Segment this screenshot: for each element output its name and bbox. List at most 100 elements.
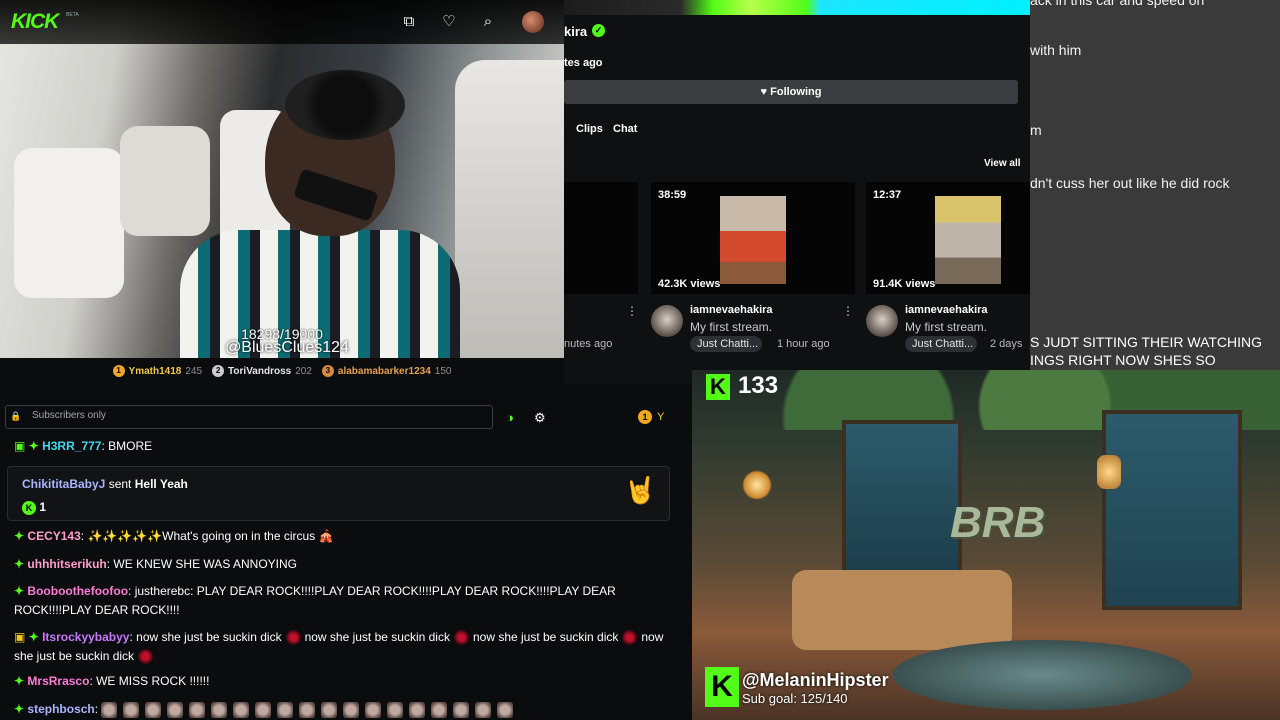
channel-avatar[interactable] [866, 305, 898, 337]
chat-line: ack in this car and speed on [1030, 0, 1205, 8]
chat-text: WE MISS ROCK !!!!!! [96, 674, 210, 688]
channel-panel: kira ✓ tes ago ♥ Following Clips Chat Vi… [564, 0, 1030, 390]
gifter-count: 245 [185, 365, 203, 377]
video-player[interactable]: 18298/19000 @BluesClues124 [0, 0, 564, 358]
lips-emote-icon [138, 649, 154, 665]
kick-logo-icon: K [705, 667, 739, 707]
gift-sender[interactable]: ChikititaBabyJ [22, 477, 105, 491]
gifter-count: 150 [434, 365, 452, 377]
chat-message: ✦ uhhhitserikuh: WE KNEW SHE WAS ANNOYIN… [14, 557, 297, 571]
gifter-item: 3 alabamabarker1234 150 [321, 365, 452, 377]
lamp [742, 470, 772, 500]
chat-text: now she just be suckin dick [136, 630, 282, 644]
channel-name[interactable]: kira [564, 24, 587, 39]
face-emote-icon [145, 701, 162, 718]
video-card[interactable]: 12:37 91.4K views [866, 182, 1030, 294]
more-icon[interactable]: ⋮ [842, 304, 854, 318]
sub-badge-icon: ▣ [14, 439, 26, 453]
category-tag[interactable]: Just Chatti... [905, 336, 977, 352]
window [1102, 410, 1242, 610]
kicks-icon: K [22, 501, 36, 515]
top-navbar: KICK BETA ⧉ ♡ ⌕ [0, 0, 564, 44]
video-time: 1 hour ago [777, 338, 830, 350]
search-icon[interactable]: ⌕ [478, 12, 498, 32]
video-thumbnail [720, 196, 786, 284]
live-since: tes ago [564, 57, 603, 69]
face-emote-icon [255, 701, 272, 718]
chat-panel: Subscribers only 🔒 ◑ ⚙ 1 Y ▣ ✦ H3RR_777:… [0, 384, 692, 720]
gifter-name[interactable]: Ymath1418 [129, 366, 182, 377]
video-card[interactable] [564, 182, 638, 294]
category-tag[interactable]: Just Chatti... [690, 336, 762, 352]
chat-text: now she just be suckin dick [472, 630, 619, 644]
tab-clips[interactable]: Clips [576, 123, 603, 135]
lips-emote-icon [622, 630, 638, 646]
chat-text: BMORE [108, 439, 153, 453]
tab-chat[interactable]: Chat [613, 123, 637, 135]
chat-username[interactable]: uhhhitserikuh [27, 557, 106, 571]
video-time: nutes ago [564, 338, 613, 350]
gifter-name[interactable]: ToriVandross [228, 366, 291, 377]
streamer-hair [285, 70, 405, 140]
face-emote-icon [101, 701, 118, 718]
rug [892, 640, 1192, 710]
chat-message: ✦ CECY143: ✨✨✨✨✨What's going on in the c… [14, 529, 334, 543]
face-emote-icon [321, 701, 338, 718]
kick-logo-icon: K [706, 374, 730, 400]
chat-username[interactable]: Booboothefoofoo [27, 584, 128, 598]
view-all-link[interactable]: View all [984, 158, 1021, 169]
face-emote-icon [365, 701, 382, 718]
chat-username[interactable]: MrsRrasco [27, 674, 89, 688]
gear-icon[interactable]: ⚙ [534, 410, 546, 426]
following-button[interactable]: ♥ Following [564, 80, 1018, 104]
chat-message: ▣ ✦ H3RR_777: BMORE [14, 439, 153, 453]
gift-text: ChikititaBabyJ sent Hell Yeah [22, 477, 188, 491]
chat-message: ✦ stephbosch: [14, 700, 664, 719]
gift-count: 1 [39, 500, 47, 514]
chat-input[interactable]: Subscribers only [5, 405, 493, 429]
video-user[interactable]: iamnevaehakira [905, 304, 988, 316]
video-watermark: @BluesClues124 [225, 339, 349, 356]
face-emote-icon [475, 701, 492, 718]
kick-logo[interactable]: KICK [11, 10, 59, 34]
emote-icon[interactable]: ◑ [506, 410, 514, 425]
gold-coin-icon: 1 [112, 365, 125, 377]
face-emote-icon [167, 701, 184, 718]
user-avatar[interactable] [522, 11, 544, 33]
chat-username[interactable]: Itsrockyybabyy [42, 630, 129, 644]
more-icon[interactable]: ⋮ [626, 304, 638, 318]
car-door [455, 60, 564, 358]
sub-badge-icon: ▣ [14, 630, 26, 644]
car-seat [14, 148, 124, 298]
video-title[interactable]: My first stream. [905, 320, 987, 334]
chat-username[interactable]: stephbosch [27, 702, 94, 716]
chat-username[interactable]: H3RR_777 [42, 439, 101, 453]
video-user[interactable]: iamnevaehakira [690, 304, 773, 316]
video-card[interactable]: 38:59 42.3K views [651, 182, 855, 294]
gift-verb: sent [108, 477, 132, 491]
chat-message: ▣ ✦ Itsrockyybabyy: now she just be suck… [14, 630, 664, 665]
background-chat: ack in this car and speed on with him m … [1030, 0, 1280, 370]
caption-line: INGS RIGHT NOW SHES SO [1030, 352, 1216, 368]
video-duration: 12:37 [873, 189, 902, 201]
top-gifters: 1 Ymath1418 245 2 ToriVandross 202 3 ala… [0, 358, 564, 384]
kick-badge-icon: ✦ [28, 630, 39, 644]
gifter-item: 1 Ymath1418 245 [112, 365, 203, 377]
clips-icon[interactable]: ⧉ [399, 12, 419, 32]
kick-badge-icon: ✦ [14, 584, 25, 598]
gifter-name[interactable]: alabamabarker1234 [338, 366, 431, 377]
gold-coin-icon: 1 [638, 410, 652, 424]
video-views: 42.3K views [658, 278, 721, 290]
chat-text: ✨✨✨✨✨What's going on in the circus 🎪 [87, 529, 334, 543]
video-title[interactable]: My first stream. [690, 320, 772, 334]
brb-text: BRB [950, 498, 1046, 547]
window [842, 420, 962, 580]
channel-avatar[interactable] [651, 305, 683, 337]
beta-badge: BETA [66, 12, 79, 18]
chat-username[interactable]: CECY143 [27, 529, 80, 543]
face-emote-icon [189, 701, 206, 718]
lips-emote-icon [285, 630, 301, 646]
heart-icon[interactable]: ♡ [439, 12, 459, 32]
gift-card: ChikititaBabyJ sent Hell Yeah K 1 🤘 [7, 466, 670, 521]
overlay-handle: @MelaninHipster [742, 670, 889, 690]
